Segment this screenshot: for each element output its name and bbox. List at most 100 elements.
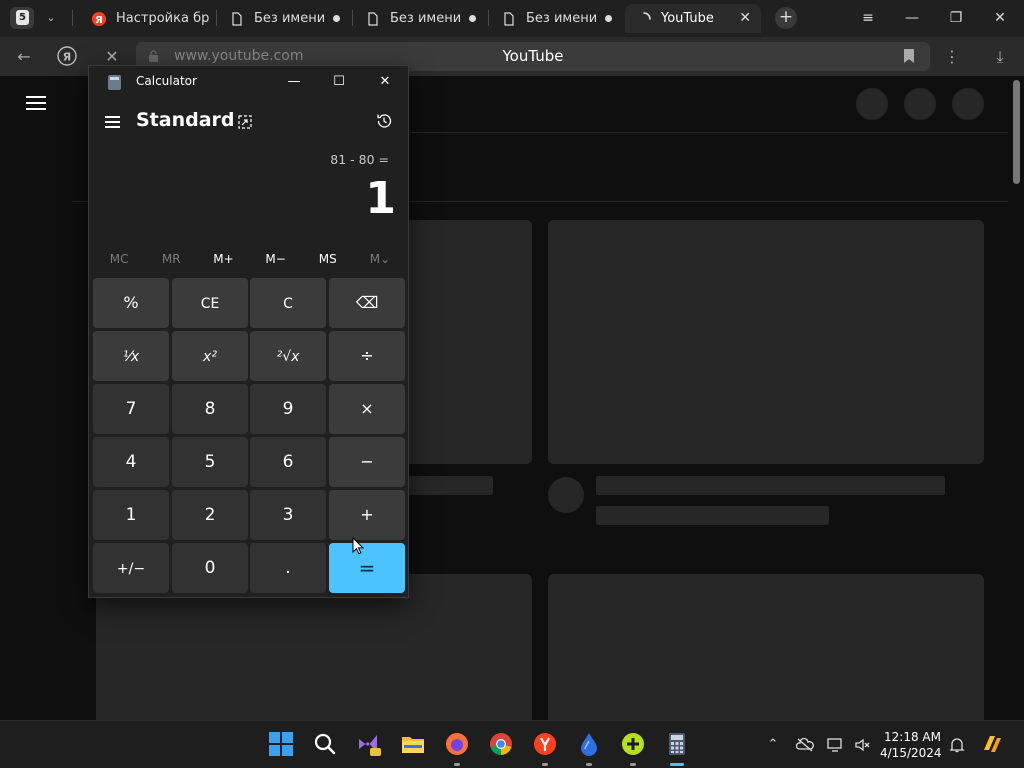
memory-subtract-button[interactable]: M− (250, 252, 302, 270)
history-icon[interactable] (375, 112, 393, 130)
subtract-button[interactable]: − (329, 437, 405, 487)
yandex-logo-icon[interactable]: Я (55, 45, 79, 69)
start-icon[interactable] (268, 731, 294, 757)
tab-separator (216, 10, 217, 26)
decimal-button[interactable]: . (250, 543, 326, 593)
chrome-icon[interactable] (488, 731, 514, 757)
mouse-cursor-icon (352, 537, 364, 555)
equals-button[interactable]: = (329, 543, 405, 593)
document-icon (504, 11, 514, 26)
tab-settings[interactable]: Я Настройка бра (80, 4, 210, 33)
square-button[interactable]: x² (172, 331, 248, 381)
clear-button[interactable]: C (250, 278, 326, 328)
clock-time[interactable]: 12:18 AM (880, 730, 941, 744)
yandex-browser-icon[interactable] (532, 731, 558, 757)
square-root-button[interactable]: ²√x (250, 331, 326, 381)
memory-row: MC MR M+ M− MS M⌄ (93, 252, 406, 270)
digit-3-button[interactable]: 3 (250, 490, 326, 540)
page-scrollbar[interactable] (1013, 80, 1020, 184)
skeleton-thumbnail (548, 220, 984, 464)
tab-untitled-1[interactable]: Без имени (218, 4, 350, 33)
visual-studio-icon[interactable] (356, 731, 382, 757)
document-icon (232, 11, 242, 26)
skeleton-text-line (596, 476, 945, 495)
negate-button[interactable]: +/− (93, 543, 169, 593)
display-icon[interactable] (826, 736, 844, 754)
skeleton-thumbnail (548, 574, 984, 720)
tab-count-button[interactable]: 5 (10, 7, 34, 29)
tab-untitled-2[interactable]: Без имени (354, 4, 486, 33)
multiply-button[interactable]: × (329, 384, 405, 434)
firefox-icon[interactable] (444, 731, 470, 757)
clear-entry-button[interactable]: CE (172, 278, 248, 328)
tab-label: Без имени (526, 11, 598, 26)
calculator-app-icon (108, 75, 121, 90)
plus-app-icon[interactable] (620, 731, 646, 757)
tab-label: Настройка бра (116, 11, 210, 26)
blue-drop-icon[interactable] (576, 731, 602, 757)
percent-button[interactable]: % (93, 278, 169, 328)
tab-close-icon[interactable]: ✕ (739, 10, 751, 26)
digit-7-button[interactable]: 7 (93, 384, 169, 434)
download-icon[interactable]: ⤓ (988, 45, 1012, 69)
svg-text:Я: Я (63, 51, 71, 64)
calculator-window: Calculator — ☐ ✕ Standard 81 - 80 = 1 MC… (88, 65, 409, 598)
notification-bell-icon[interactable] (948, 736, 966, 754)
add-button[interactable]: + (329, 490, 405, 540)
digit-2-button[interactable]: 2 (172, 490, 248, 540)
onedrive-offline-icon[interactable] (796, 736, 814, 754)
digit-9-button[interactable]: 9 (250, 384, 326, 434)
digit-1-button[interactable]: 1 (93, 490, 169, 540)
document-icon (368, 11, 378, 26)
navigation-menu-icon[interactable] (105, 116, 120, 128)
digit-5-button[interactable]: 5 (172, 437, 248, 487)
divide-button[interactable]: ÷ (329, 331, 405, 381)
search-icon[interactable] (312, 731, 338, 757)
unsaved-dot-icon (605, 15, 612, 22)
digit-8-button[interactable]: 8 (172, 384, 248, 434)
calculator-minimize-icon[interactable]: — (279, 70, 309, 94)
calculator-close-icon[interactable]: ✕ (370, 70, 400, 94)
new-tab-button[interactable]: + (775, 7, 797, 29)
copilot-icon[interactable] (980, 732, 1004, 756)
digit-0-button[interactable]: 0 (172, 543, 248, 593)
digit-6-button[interactable]: 6 (250, 437, 326, 487)
expression-display: 81 - 80 = (330, 152, 389, 167)
browser-menu-icon[interactable]: ≡ (856, 6, 880, 30)
active-indicator (670, 763, 684, 766)
calculator-icon[interactable] (664, 731, 690, 757)
tabs-dropdown-icon[interactable]: ⌄ (40, 8, 62, 28)
taskbar: ⌃ 12:18 AM 4/15/2024 (0, 720, 1024, 768)
tab-untitled-3[interactable]: Без имени (490, 4, 622, 33)
page-title-text: YouTube (502, 47, 564, 65)
running-indicator (454, 763, 460, 766)
clock-date[interactable]: 4/15/2024 (880, 746, 942, 760)
result-display: 1 (365, 173, 396, 224)
restore-icon[interactable]: ❐ (944, 6, 968, 30)
chevron-up-icon[interactable]: ⌃ (764, 736, 782, 754)
volume-muted-icon[interactable] (853, 736, 871, 754)
minimize-icon[interactable]: — (900, 6, 924, 30)
unsaved-dot-icon (469, 15, 476, 22)
memory-list-button[interactable]: M⌄ (354, 252, 406, 270)
backspace-icon: ⌫ (355, 293, 379, 312)
tab-label: Без имени (254, 11, 326, 26)
tab-youtube[interactable]: YouTube ✕ (625, 4, 761, 33)
keep-on-top-icon[interactable] (237, 114, 253, 130)
more-options-icon[interactable]: ⋮ (940, 45, 964, 69)
close-window-icon[interactable]: ✕ (988, 6, 1012, 30)
digit-4-button[interactable]: 4 (93, 437, 169, 487)
memory-store-button[interactable]: MS (302, 252, 354, 270)
memory-clear-button[interactable]: MC (93, 252, 145, 270)
reciprocal-button[interactable]: ¹⁄x (93, 331, 169, 381)
memory-add-button[interactable]: M+ (197, 252, 249, 270)
youtube-menu-icon[interactable] (26, 96, 46, 110)
calculator-titlebar[interactable]: Calculator — ☐ ✕ (89, 66, 408, 98)
backspace-button[interactable]: ⌫ (329, 278, 405, 328)
file-explorer-icon[interactable] (400, 731, 426, 757)
back-arrow-icon[interactable]: ← (12, 45, 36, 69)
calculator-maximize-icon[interactable]: ☐ (324, 70, 354, 94)
memory-recall-button[interactable]: MR (145, 252, 197, 270)
tab-separator (352, 10, 353, 26)
running-indicator (542, 763, 548, 766)
